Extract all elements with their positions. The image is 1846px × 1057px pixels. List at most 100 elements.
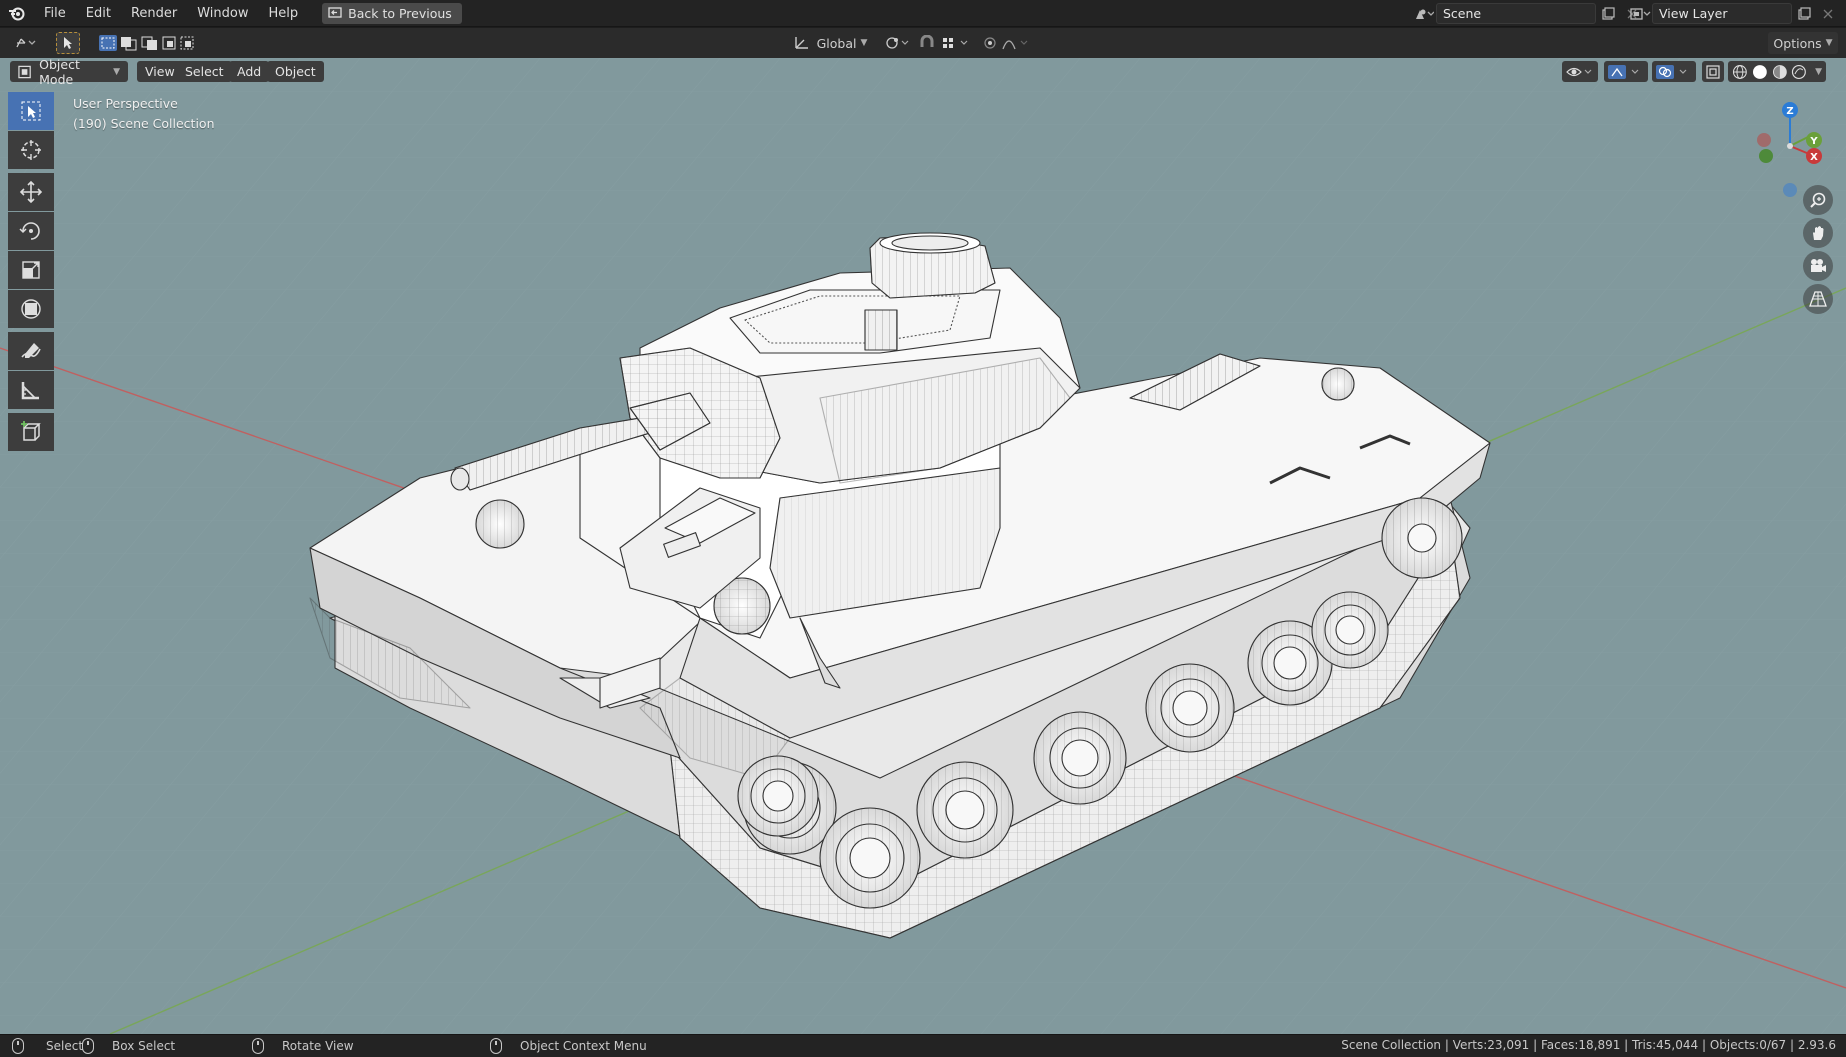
pan-view-button[interactable] [1803, 218, 1833, 248]
menu-render[interactable]: Render [121, 0, 187, 27]
viewport-header: Object Mode ▼ View Select Add Object ▼ [0, 58, 1846, 87]
left-mouse-icon [12, 1038, 24, 1054]
visibility-dropdown[interactable] [1562, 61, 1598, 82]
viewport-scene [0, 58, 1846, 1034]
annotate-icon [21, 343, 41, 358]
overlays-toggle[interactable] [1652, 61, 1696, 82]
back-to-previous-button[interactable]: Back to Previous [322, 2, 462, 24]
status-bar: Select Box Select Rotate View Object Con… [0, 1034, 1846, 1057]
selection-mode-group [94, 32, 200, 54]
chevron-down-icon[interactable]: ▼ [1815, 67, 1822, 77]
collection-label: (190) Scene Collection [73, 116, 215, 131]
proportional-editing-group[interactable] [982, 32, 1038, 54]
status-box-select-label: Box Select [112, 1039, 176, 1053]
menu-add[interactable]: Add [229, 61, 270, 82]
overlays-icon [1656, 64, 1687, 79]
status-select-hint: Select [12, 1038, 83, 1054]
front-idler-wheel-spokes [737, 755, 819, 837]
gizmo-toggle[interactable] [1604, 61, 1648, 82]
gizmo-x-label: X [1810, 152, 1818, 163]
options-dropdown[interactable]: Options ▼ [1768, 32, 1838, 54]
zoom-view-button[interactable] [1803, 185, 1833, 215]
transform-orientation-dropdown[interactable]: Global ▼ [786, 32, 874, 54]
menu-select[interactable]: Select [177, 61, 232, 82]
middle-mouse-icon [252, 1038, 264, 1054]
menu-help[interactable]: Help [259, 0, 309, 27]
gizmo-neg-z-icon[interactable] [1783, 183, 1797, 197]
menu-view[interactable]: View [137, 61, 183, 82]
transform-icon [21, 299, 41, 319]
editor-type-icon[interactable] [8, 32, 44, 54]
drag-mouse-icon [82, 1038, 94, 1054]
chevron-down-icon: ▼ [1825, 38, 1833, 48]
move-tool[interactable] [8, 173, 54, 211]
active-tool-icon[interactable] [56, 32, 80, 54]
gizmo-z-label: Z [1786, 106, 1793, 117]
perspective-label: User Perspective [73, 96, 178, 111]
view-layer-selector: View Layer [1628, 3, 1840, 24]
select-box-icon [21, 101, 41, 121]
gizmo-icon [1608, 64, 1639, 79]
add-cube-tool[interactable] [8, 413, 54, 451]
scene-name-field[interactable]: Scene [1436, 3, 1596, 24]
camera-view-button[interactable] [1803, 251, 1833, 281]
delete-view-layer-icon[interactable] [1816, 3, 1840, 24]
move-icon [19, 180, 43, 204]
blender-logo-icon[interactable] [0, 0, 34, 27]
status-box-select-hint: Box Select [82, 1038, 175, 1054]
transform-tool[interactable] [8, 290, 54, 328]
menu-edit[interactable]: Edit [76, 0, 121, 27]
scene-selector: Scene [1412, 3, 1644, 24]
status-context-menu-label: Object Context Menu [520, 1039, 647, 1053]
menu-object[interactable]: Object [267, 61, 324, 82]
eye-icon [1566, 67, 1592, 76]
orientation-icon [794, 37, 808, 49]
menu-window[interactable]: Window [187, 0, 258, 27]
annotate-tool[interactable] [8, 332, 54, 370]
object-mode-dropdown[interactable]: Object Mode ▼ [10, 58, 128, 87]
camera-icon [1811, 259, 1826, 272]
grid-perspective-icon [1809, 291, 1827, 307]
rotate-tool[interactable] [8, 212, 54, 250]
perspective-toggle-button[interactable] [1803, 284, 1833, 314]
select-box-tool[interactable] [8, 92, 54, 130]
chevron-down-icon: ▼ [860, 38, 868, 48]
back-to-previous-label: Back to Previous [348, 5, 452, 21]
transform-orientation-label: Global [816, 35, 857, 51]
new-scene-icon[interactable] [1596, 3, 1620, 24]
scale-tool[interactable] [8, 251, 54, 289]
right-mouse-icon [490, 1038, 502, 1054]
status-rotate-view-hint: Rotate View [252, 1038, 354, 1054]
scene-browse-icon[interactable] [1412, 3, 1436, 24]
pivot-point-dropdown[interactable] [880, 32, 914, 54]
material-shading-icon[interactable] [1772, 64, 1788, 80]
xray-toggle[interactable] [1702, 61, 1724, 82]
menu-file[interactable]: File [34, 0, 76, 27]
status-select-label: Select [46, 1039, 84, 1053]
scene-statistics: Scene Collection | Verts:23,091 | Faces:… [1341, 1038, 1836, 1052]
gizmo-y-label: Y [1809, 136, 1818, 147]
object-mode-label: Object Mode [39, 58, 80, 87]
3d-viewport[interactable]: Object Mode ▼ View Select Add Object ▼ U… [0, 58, 1846, 1034]
chevron-down-icon: ▼ [113, 66, 120, 77]
rendered-shading-icon[interactable] [1791, 64, 1807, 80]
rotate-icon [19, 222, 40, 240]
solid-shading-icon[interactable] [1752, 64, 1768, 80]
pivot-icon [886, 37, 909, 49]
view-layer-name-field[interactable]: View Layer [1652, 3, 1792, 24]
cursor-tool[interactable] [8, 131, 54, 169]
measure-tool[interactable] [8, 371, 54, 409]
gizmo-neg-x-icon[interactable] [1757, 133, 1771, 147]
status-context-menu-hint: Object Context Menu [490, 1038, 647, 1054]
view-layer-browse-icon[interactable] [1628, 3, 1652, 24]
new-view-layer-icon[interactable] [1792, 3, 1816, 24]
snapping-group[interactable] [918, 32, 976, 54]
gizmo-neg-y-icon[interactable] [1759, 149, 1773, 163]
zoom-icon [1810, 192, 1826, 208]
add-cube-icon [21, 421, 41, 441]
status-rotate-view-label: Rotate View [282, 1039, 354, 1053]
snap-magnet-icon [920, 35, 968, 48]
shading-mode-group: ▼ [1728, 61, 1826, 82]
screen-back-icon [328, 7, 342, 18]
wireframe-shading-icon[interactable] [1732, 64, 1748, 80]
